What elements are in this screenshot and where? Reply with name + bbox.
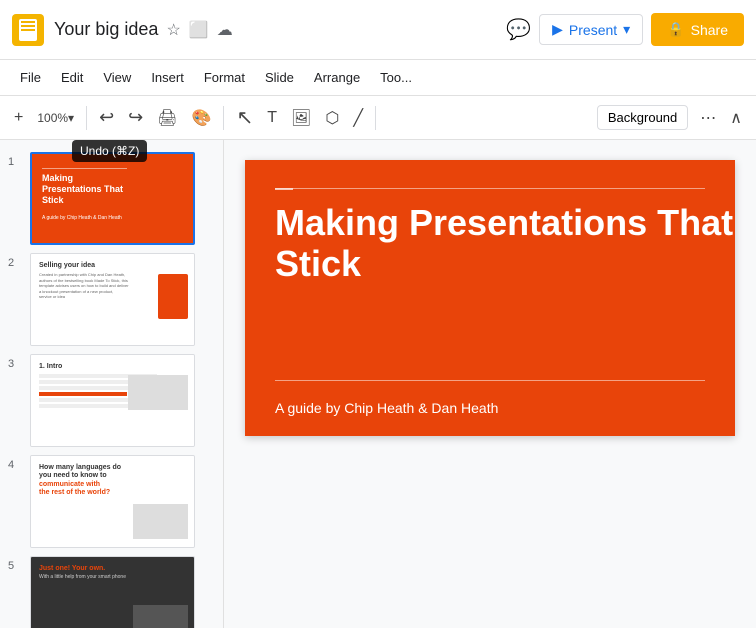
slide-number-2: 2 [8,253,24,269]
slide-4-image [133,504,188,539]
menu-tools[interactable]: Too... [372,66,420,89]
undo-tooltip: Undo (⌘Z) [72,140,147,162]
slide-4-title: How many languages doyou need to know to… [39,464,186,498]
slide-5-subtitle: With a little help from your smart phone [39,574,186,580]
paint-format-button[interactable]: 🎨 [186,102,218,134]
present-label: Present [569,22,617,38]
lock-icon: 🔒 [667,21,684,38]
menu-format[interactable]: Format [196,66,253,89]
textbox-tool-button[interactable]: T [261,103,283,133]
slide-5-image [133,605,188,628]
slide-thumb-wrap-5: Just one! Your own. With a little help f… [30,556,195,628]
slide-thumb-5: Just one! Your own. With a little help f… [31,557,194,628]
slide-area[interactable]: — Making Presentations That Stick A guid… [224,140,756,628]
slide-item-1[interactable]: 1 MakingPresentations ThatStick A guide … [0,148,223,249]
menu-view[interactable]: View [95,66,139,89]
main-slide-title: Making Presentations That Stick [275,202,735,285]
zoom-button[interactable]: 100%▾ [31,105,80,131]
app-icon [12,14,44,46]
slide-3-image [128,375,188,410]
slide-1-title: MakingPresentations ThatStick [42,173,183,205]
slide-5-title: Just one! Your own. [39,565,186,572]
slide-thumb-wrap-2: Selling your idea Created in partnership… [30,253,195,346]
redo-button[interactable]: ↪ [122,101,149,134]
shapes-tool-button[interactable]: ⬡ [319,102,345,134]
menu-insert[interactable]: Insert [143,66,192,89]
doc-title-text: Your big idea [54,19,158,40]
toolbar: + 100%▾ ↩ ↪ 🖨 🎨 ↖ T 🖼 ⬡ ╱ Background ⋯ ∧… [0,96,756,140]
main-slide-subtitle: A guide by Chip Heath & Dan Heath [275,400,498,416]
present-button[interactable]: ▶ Present ▾ [539,14,643,45]
menu-arrange[interactable]: Arrange [306,66,368,89]
present-dropdown-icon[interactable]: ▾ [623,21,630,38]
main-slide-line-top [275,188,705,189]
undo-button[interactable]: ↩ [93,101,120,134]
line-tool-button[interactable]: ╱ [347,102,369,134]
toolbar-divider-2 [223,106,224,130]
slide-2-title: Selling your idea [39,262,186,269]
menu-bar: File Edit View Insert Format Slide Arran… [0,60,756,96]
menu-edit[interactable]: Edit [53,66,91,89]
background-label: Background [608,110,677,125]
more-options-button[interactable]: ⋯ [694,102,722,134]
toolbar-divider-1 [86,106,87,130]
toolbar-divider-3 [375,106,376,130]
image-tool-button[interactable]: 🖼 [285,102,317,134]
slide-item-5[interactable]: 5 Just one! Your own. With a little help… [0,552,223,628]
doc-title: Your big idea ☆ ⬜ ☁ [54,19,506,40]
share-label: Share [691,22,728,38]
add-slide-button[interactable]: + [8,103,29,133]
share-button[interactable]: 🔒 Share [651,13,744,46]
top-actions: 💬 ▶ Present ▾ 🔒 Share [506,13,744,46]
slide-thumb-wrap-4: How many languages doyou need to know to… [30,455,195,548]
slide-panel: 1 MakingPresentations ThatStick A guide … [0,140,224,628]
menu-slide[interactable]: Slide [257,66,302,89]
main-slide[interactable]: — Making Presentations That Stick A guid… [245,160,735,436]
cloud-icon[interactable]: ☁ [217,20,233,40]
slide-item-3[interactable]: 3 1. Intro [0,350,223,451]
main-slide-line-bottom [275,380,705,381]
slide-3-title: 1. Intro [39,363,186,370]
top-bar: Your big idea ☆ ⬜ ☁ 💬 ▶ Present ▾ 🔒 Shar… [0,0,756,60]
doc-title-area: Your big idea ☆ ⬜ ☁ [54,19,506,40]
slide-2-image [158,274,188,319]
slide-1-subtitle: A guide by Chip Heath & Dan Heath [42,215,183,221]
main-content: 1 MakingPresentations ThatStick A guide … [0,140,756,628]
present-icon: ▶ [552,21,563,38]
slide-number-5: 5 [8,556,24,572]
slide-thumb-1: MakingPresentations ThatStick A guide by… [32,154,193,243]
print-button[interactable]: 🖨 [151,102,183,134]
slide-thumb-2: Selling your idea Created in partnership… [31,254,194,345]
slide-thumb-wrap-1: MakingPresentations ThatStick A guide by… [30,152,195,245]
menu-file[interactable]: File [12,66,49,89]
comment-button[interactable]: 💬 [506,17,531,42]
slide-thumb-wrap-3: 1. Intro [30,354,195,447]
slide-item-4[interactable]: 4 How many languages doyou need to know … [0,451,223,552]
slide-number-1: 1 [8,152,24,168]
select-tool-button[interactable]: ↖ [230,99,259,136]
background-button[interactable]: Background [597,105,688,130]
slide-item-2[interactable]: 2 Selling your idea Created in partnersh… [0,249,223,350]
slide-number-4: 4 [8,455,24,471]
slide-number-3: 3 [8,354,24,370]
slide-thumb-4: How many languages doyou need to know to… [31,456,194,547]
collapse-toolbar-button[interactable]: ∧ [724,102,748,134]
folder-icon[interactable]: ⬜ [189,20,209,40]
star-icon[interactable]: ☆ [166,20,180,40]
slide-thumb-3: 1. Intro [31,355,194,446]
